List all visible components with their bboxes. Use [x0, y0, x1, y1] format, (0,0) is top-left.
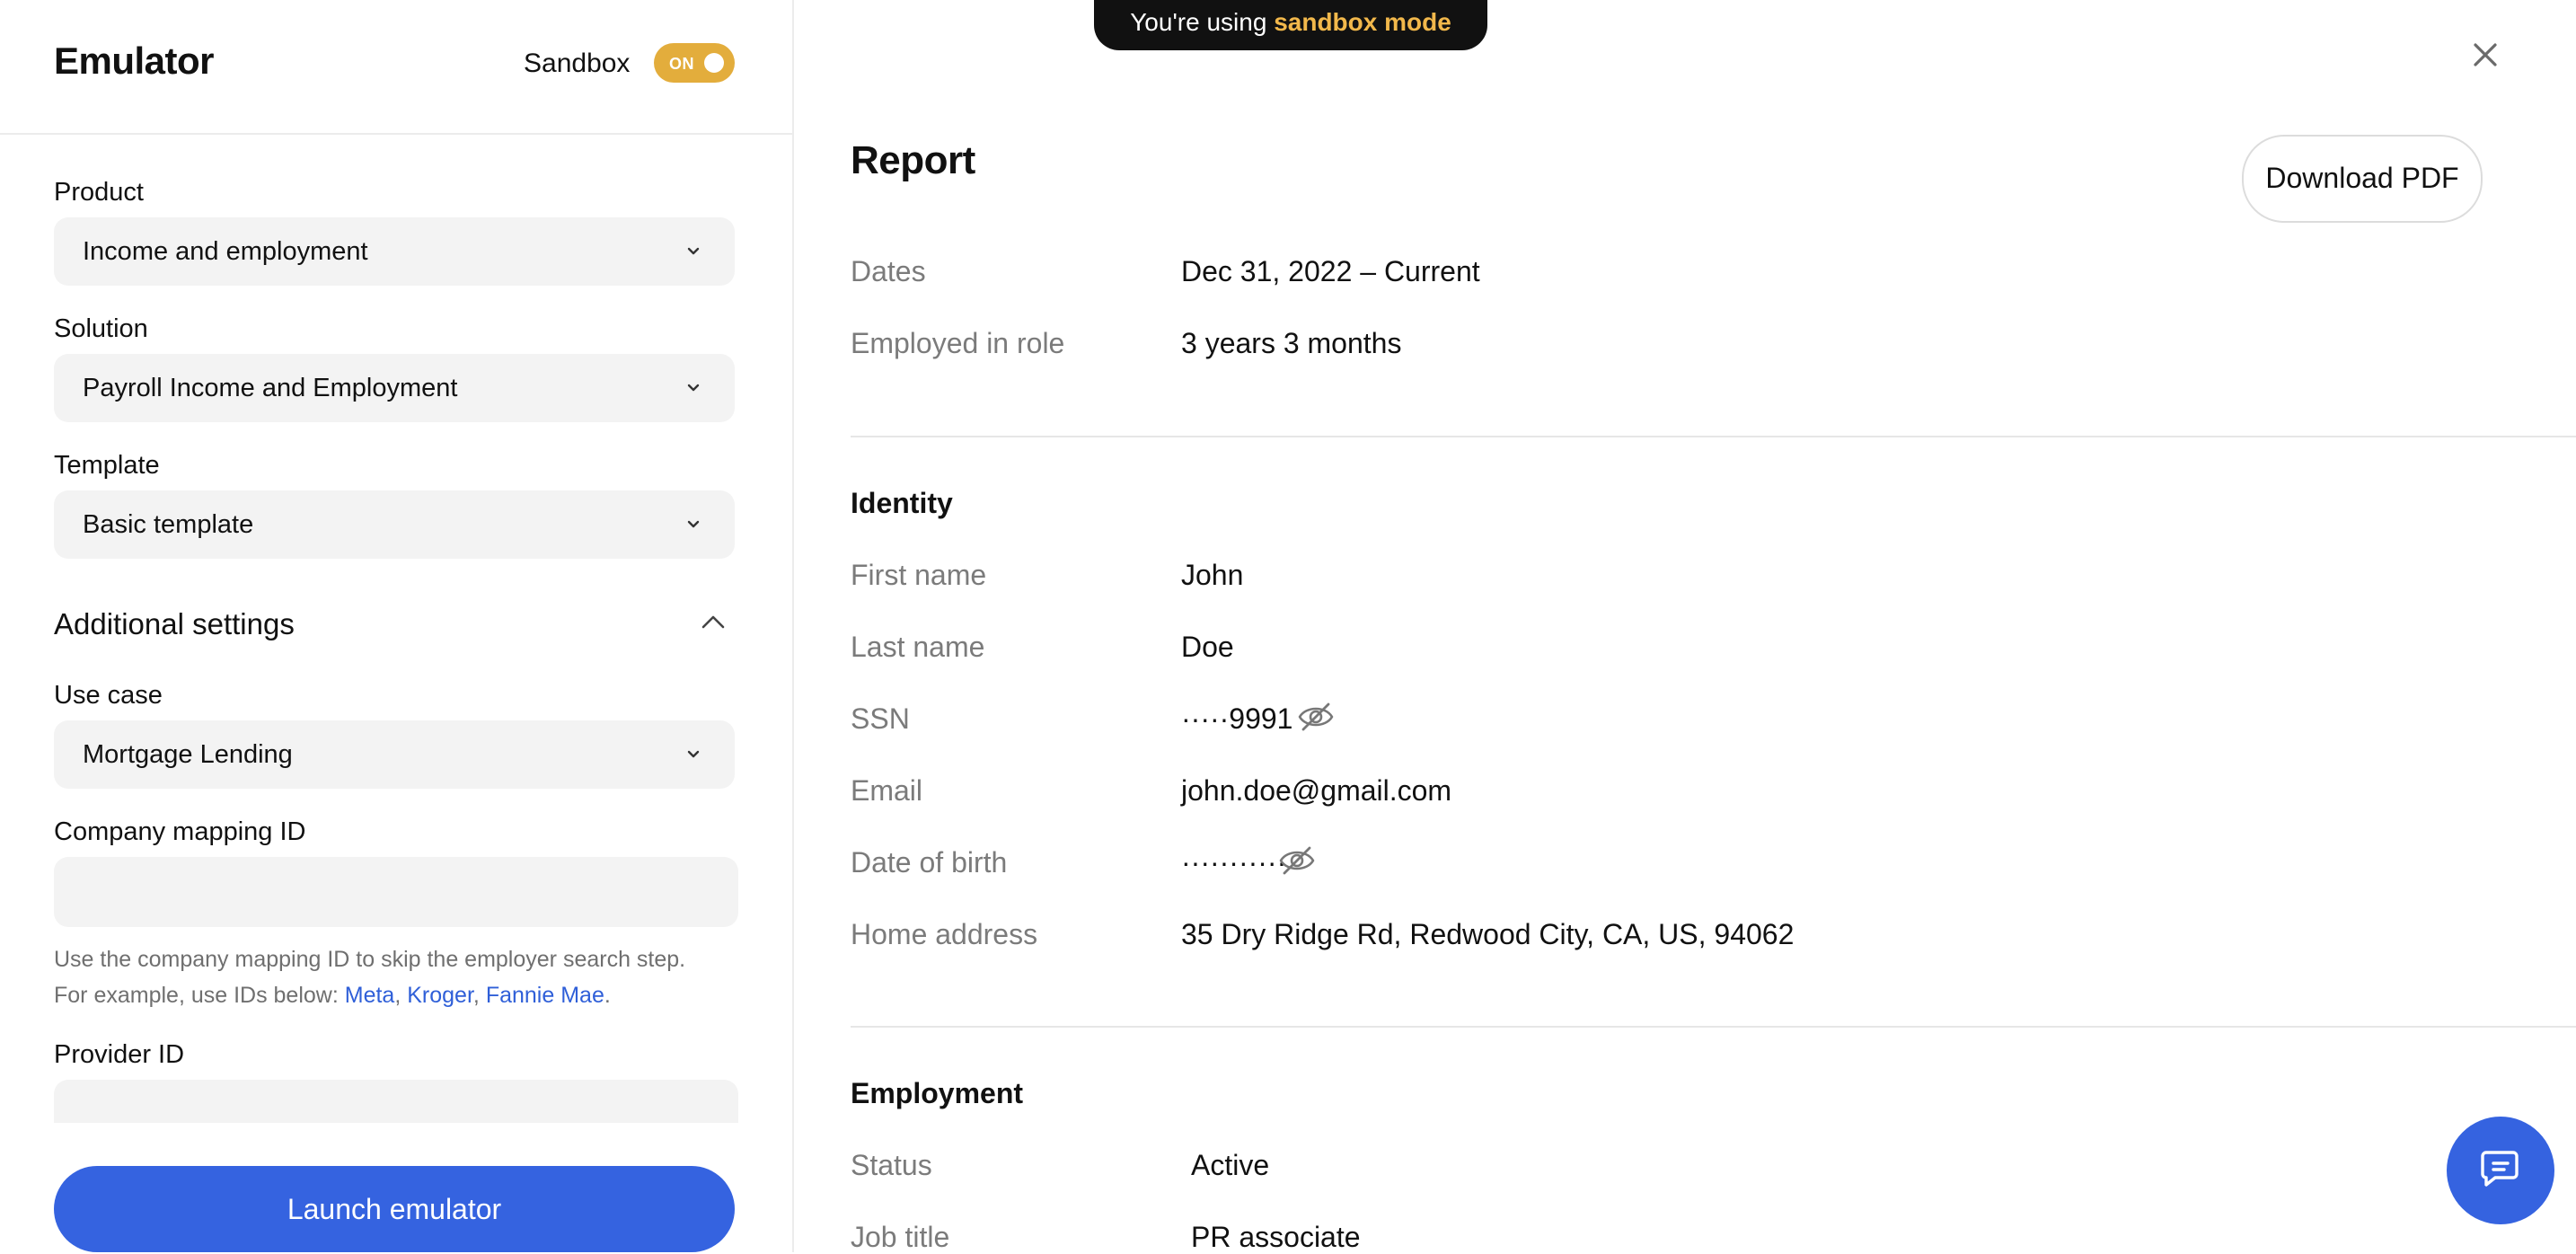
settings-form: Product Income and employment Solution P…: [0, 135, 790, 1123]
solution-label: Solution: [54, 314, 148, 343]
ssn-label: SSN: [851, 702, 910, 735]
use-case-value: Mortgage Lending: [83, 740, 293, 769]
sandbox-label: Sandbox: [524, 49, 631, 78]
eye-off-icon[interactable]: [1278, 844, 1316, 877]
solution-select[interactable]: Payroll Income and Employment: [54, 354, 735, 422]
help-line-1: Use the company mapping ID to skip the e…: [54, 947, 686, 972]
dates-label: Dates: [851, 255, 926, 287]
employed-in-role-value: 3 years 3 months: [1181, 327, 1402, 359]
chevron-up-icon[interactable]: [701, 613, 726, 631]
link-kroger[interactable]: Kroger: [407, 983, 473, 1008]
launch-emulator-button[interactable]: Launch emulator: [54, 1166, 735, 1252]
chat-support-button[interactable]: [2447, 1117, 2554, 1224]
template-label: Template: [54, 451, 160, 480]
help-line-2: For example, use IDs below: Meta, Kroger…: [54, 977, 685, 1013]
product-value: Income and employment: [83, 237, 368, 266]
chevron-down-icon: [687, 750, 700, 758]
toggle-state-text: ON: [669, 55, 694, 73]
emulator-title: Emulator: [54, 40, 215, 82]
chevron-down-icon: [687, 520, 700, 528]
banner-prefix: You're using: [1130, 8, 1275, 36]
provider-id-input[interactable]: [54, 1080, 738, 1123]
use-case-select[interactable]: Mortgage Lending: [54, 720, 735, 789]
template-value: Basic template: [83, 510, 254, 539]
chat-icon: [2481, 1151, 2519, 1187]
link-fannie-mae[interactable]: Fannie Mae: [486, 983, 604, 1008]
home-address-value: 35 Dry Ridge Rd, Redwood City, CA, US, 9…: [1181, 918, 1795, 950]
first-name-label: First name: [851, 559, 987, 591]
job-title-label: Job title: [851, 1221, 950, 1253]
job-title-value: PR associate: [1191, 1221, 1361, 1253]
additional-settings-title[interactable]: Additional settings: [54, 607, 295, 641]
email-label: Email: [851, 774, 923, 807]
sandbox-toggle[interactable]: ON: [654, 43, 735, 83]
date-of-birth-label: Date of birth: [851, 846, 1008, 879]
use-case-label: Use case: [54, 681, 163, 710]
company-mapping-label: Company mapping ID: [54, 817, 306, 846]
company-mapping-help: Use the company mapping ID to skip the e…: [54, 941, 685, 1013]
help-line-2-prefix: For example, use IDs below:: [54, 983, 345, 1008]
last-name-value: Doe: [1181, 631, 1234, 663]
template-select[interactable]: Basic template: [54, 490, 735, 559]
chevron-down-icon: [687, 247, 700, 255]
product-label: Product: [54, 178, 144, 207]
download-pdf-button[interactable]: Download PDF: [2242, 135, 2483, 223]
help-line-end: .: [604, 983, 611, 1008]
product-select[interactable]: Income and employment: [54, 217, 735, 286]
link-meta[interactable]: Meta: [345, 983, 395, 1008]
last-name-label: Last name: [851, 631, 985, 663]
report-title: Report: [851, 138, 975, 182]
link-separator: ,: [472, 983, 486, 1008]
solution-value: Payroll Income and Employment: [83, 374, 458, 402]
section-divider: [851, 1026, 2576, 1028]
dates-value: Dec 31, 2022 – Current: [1181, 255, 1480, 287]
banner-accent: sandbox mode: [1274, 8, 1451, 36]
emulator-header: Emulator Sandbox ON: [0, 0, 792, 135]
sandbox-mode-banner: You're using sandbox mode: [1094, 0, 1487, 50]
status-value: Active: [1191, 1149, 1270, 1181]
employment-section-title: Employment: [851, 1077, 1024, 1109]
first-name-value: John: [1181, 559, 1244, 591]
link-separator: ,: [394, 983, 408, 1008]
identity-section-title: Identity: [851, 487, 953, 519]
email-value: john.doe@gmail.com: [1181, 774, 1452, 807]
chevron-down-icon: [687, 384, 700, 392]
status-label: Status: [851, 1149, 932, 1181]
employed-in-role-label: Employed in role: [851, 327, 1065, 359]
home-address-label: Home address: [851, 918, 1038, 950]
company-mapping-input[interactable]: [54, 857, 738, 927]
toggle-knob: [704, 53, 724, 73]
eye-off-icon[interactable]: [1297, 701, 1335, 733]
date-of-birth-value: ···········: [1181, 846, 1287, 879]
ssn-value: ·····9991: [1181, 702, 1293, 735]
emulator-panel: Emulator Sandbox ON Product Income and e…: [0, 0, 794, 1252]
provider-id-label: Provider ID: [54, 1040, 185, 1069]
close-icon[interactable]: [2472, 41, 2499, 68]
section-divider: [851, 436, 2576, 437]
